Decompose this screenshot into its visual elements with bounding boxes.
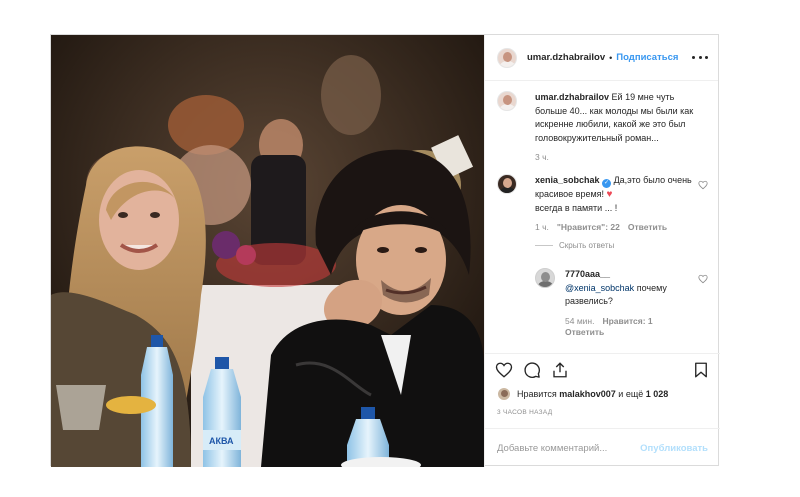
- reply-likes[interactable]: Нравится: 1: [602, 316, 652, 326]
- author-avatar[interactable]: [497, 47, 517, 68]
- red-heart-emoji-icon: ♥: [606, 189, 613, 200]
- post-side-panel: umar.dzhabrailov • Подписаться umar.dzha…: [484, 35, 720, 467]
- post-photo[interactable]: АКВА: [51, 35, 484, 467]
- reply-mention[interactable]: @xenia_sobchak: [565, 283, 634, 293]
- publish-button[interactable]: Опубликовать: [640, 443, 708, 454]
- reply-text: 7770aaa__ @xenia_sobchak почему развелис…: [565, 268, 708, 309]
- comment-bubble-icon[interactable]: [523, 361, 541, 379]
- caption-text: umar.dzhabrailov Ей 19 мне чуть больше 4…: [535, 91, 708, 145]
- author-username[interactable]: umar.dzhabrailov: [527, 52, 605, 63]
- reply-username[interactable]: 7770aaa__: [565, 269, 610, 279]
- reply-meta: 54 мин. Нравится: 1: [565, 316, 708, 326]
- likes-user[interactable]: malakhov007: [559, 389, 616, 399]
- share-upload-icon[interactable]: [551, 361, 569, 379]
- follow-button[interactable]: Подписаться: [616, 52, 678, 63]
- likes-prefix: Нравится: [517, 389, 557, 399]
- caption-time[interactable]: 3 ч.: [535, 152, 549, 162]
- comment-time[interactable]: 1 ч.: [535, 222, 549, 232]
- reply-item: 7770aaa__ @xenia_sobchak почему развелис…: [535, 268, 708, 337]
- reply-time[interactable]: 54 мин.: [565, 316, 594, 326]
- caption-username[interactable]: umar.dzhabrailov: [535, 92, 609, 102]
- more-options-icon[interactable]: [692, 52, 708, 62]
- likes-suffix: и ещё: [618, 389, 644, 399]
- comment-body-line2: всегда в памяти ... !: [535, 202, 618, 213]
- hide-replies-button[interactable]: Скрыть ответы: [535, 241, 708, 250]
- comment-meta: 1 ч. "Нравится": 22 Ответить: [535, 222, 708, 232]
- like-comment-heart-icon[interactable]: [698, 180, 708, 190]
- separator-dot: •: [609, 52, 613, 63]
- hide-replies-line: [535, 245, 553, 246]
- hide-replies-label: Скрыть ответы: [559, 241, 615, 250]
- liker-avatar: [497, 387, 511, 401]
- comment-item: xenia_sobchak ✓ Да,это было очень красив…: [497, 174, 708, 337]
- commenter-avatar[interactable]: [497, 174, 517, 194]
- comment-text: xenia_sobchak ✓ Да,это было очень красив…: [535, 174, 708, 215]
- caption-avatar[interactable]: [497, 91, 517, 111]
- comment-likes[interactable]: "Нравится": 22: [557, 222, 620, 232]
- bookmark-save-icon[interactable]: [692, 361, 710, 379]
- reply-button[interactable]: Ответить: [628, 222, 667, 232]
- like-heart-icon[interactable]: [495, 361, 513, 379]
- reply-reply-button[interactable]: Ответить: [565, 327, 604, 337]
- likes-summary[interactable]: Нравится malakhov007 и ещё 1 028: [497, 387, 668, 401]
- comment-username[interactable]: xenia_sobchak: [535, 175, 600, 185]
- caption: umar.dzhabrailov Ей 19 мне чуть больше 4…: [497, 91, 708, 162]
- svg-text:АКВА: АКВА: [209, 436, 234, 446]
- caption-meta: 3 ч.: [535, 152, 708, 162]
- photo-illustration: АКВА: [51, 35, 484, 467]
- likes-count[interactable]: 1 028: [646, 389, 669, 399]
- action-bar: [485, 353, 720, 385]
- add-comment-bar: Опубликовать: [485, 428, 720, 467]
- add-comment-input[interactable]: [497, 442, 641, 454]
- reply-meta-2: Ответить: [565, 327, 708, 337]
- verified-badge-icon: ✓: [602, 179, 612, 188]
- like-reply-heart-icon[interactable]: [698, 274, 708, 284]
- replier-avatar[interactable]: [535, 268, 555, 288]
- comments-list[interactable]: umar.dzhabrailov Ей 19 мне чуть больше 4…: [485, 81, 720, 353]
- post-header: umar.dzhabrailov • Подписаться: [485, 35, 718, 81]
- post-timestamp[interactable]: 3 часов назад: [497, 409, 552, 416]
- instagram-post: АКВА umar.dzhabrailov • Подписаться umar…: [50, 34, 720, 467]
